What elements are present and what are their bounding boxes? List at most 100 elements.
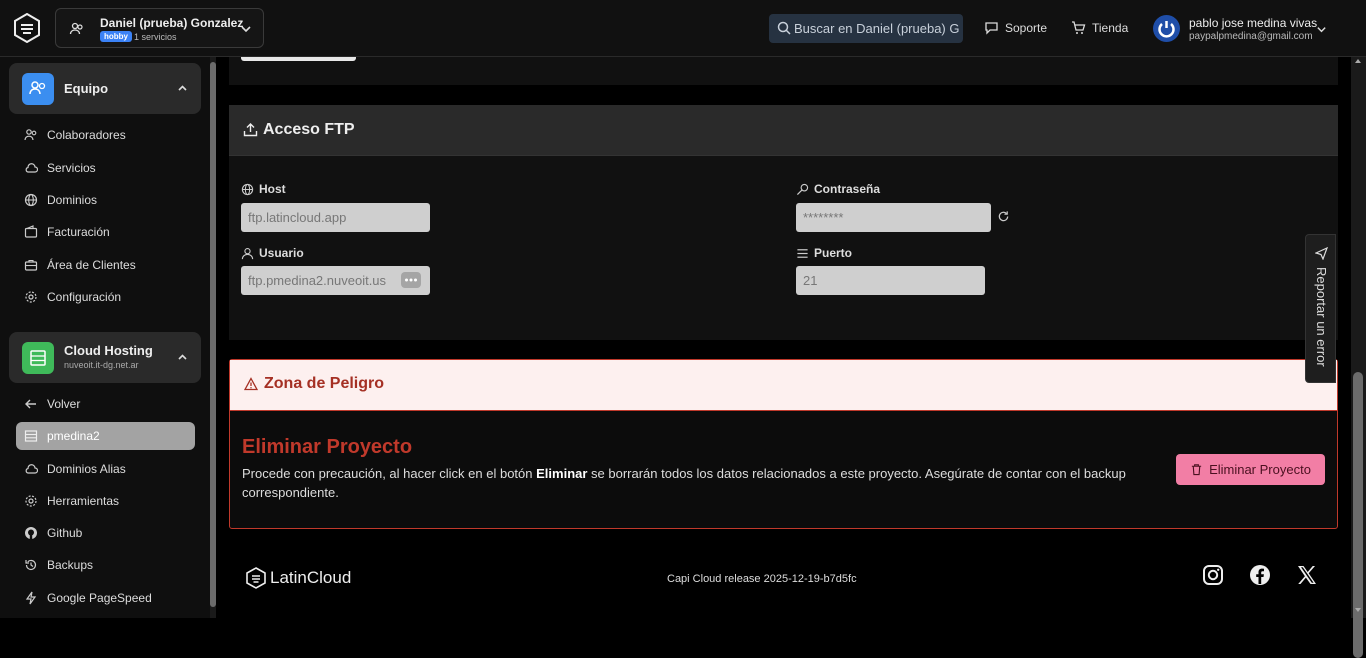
top-bar: Daniel (prueba) Gonzalez hobby 1 servici… (0, 0, 1366, 57)
support-label: Soporte (1005, 20, 1048, 35)
sidebar-item-herramientas[interactable]: Herramientas (16, 487, 195, 515)
report-error-label: Reportar un error (1314, 267, 1329, 367)
instagram-icon[interactable] (1202, 564, 1224, 586)
globe-icon (24, 193, 38, 207)
host-field[interactable]: ftp.latincloud.app (241, 203, 430, 232)
sidebar-item-google-pagespeed[interactable]: Google PageSpeed (16, 584, 195, 612)
host-value: ftp.latincloud.app (248, 210, 347, 225)
latincloud-logo-icon (246, 567, 266, 589)
danger-zone-title-text: Zona de Peligro (264, 375, 385, 392)
arrow-left-icon (25, 399, 36, 409)
sidebar-item-backups[interactable]: Backups (16, 551, 195, 579)
chevron-up-icon (178, 85, 187, 91)
scroll-down-arrow-icon[interactable] (1354, 606, 1362, 614)
user-value: ftp.pmedina2.nuveoit.us (248, 273, 387, 288)
report-error-tab[interactable]: Reportar un error (1305, 234, 1336, 383)
password-value: ******** (803, 210, 844, 225)
team-group-icon (22, 73, 54, 105)
user-menu[interactable]: pablo jose medina vivas paypalpmedina@gm… (1153, 12, 1353, 46)
power-icon (1158, 21, 1175, 38)
sidebar-item-dominios-alias[interactable]: Dominios Alias (16, 455, 195, 483)
page-scroll-thumb[interactable] (1353, 372, 1363, 658)
store-link[interactable]: Tienda (1071, 20, 1128, 35)
github-icon (25, 527, 37, 539)
account-selector[interactable]: Daniel (prueba) Gonzalez hobby 1 servici… (55, 8, 264, 48)
warning-icon (244, 377, 258, 391)
previous-card-bottom (229, 57, 1338, 85)
sidebar-item-label: Volver (47, 397, 81, 411)
password-label-text: Contraseña (814, 182, 881, 196)
user-icon (241, 247, 254, 259)
search-input[interactable]: Buscar en Daniel (prueba) G (769, 14, 963, 43)
sidebar-item-pmedina2[interactable]: pmedina2 (16, 422, 195, 450)
gear-icon (25, 495, 37, 507)
plan-badge: hobby (100, 31, 132, 42)
user-field[interactable]: ftp.pmedina2.nuveoit.us (241, 266, 430, 295)
sidebar-item-label: Dominios (47, 193, 98, 207)
store-label: Tienda (1092, 20, 1129, 35)
chat-icon (985, 22, 998, 35)
sidebar-item-volver[interactable]: Volver (16, 390, 195, 418)
search-placeholder: Buscar en Daniel (prueba) G (794, 21, 960, 36)
previous-card-button[interactable] (241, 57, 356, 61)
globe-icon (241, 183, 254, 195)
group-subtitle: nuveoit.it-dg.net.ar (64, 360, 139, 370)
port-label-text: Puerto (814, 246, 853, 260)
sidebar-item-servicios[interactable]: Servicios (16, 154, 195, 182)
port-field[interactable]: 21 (796, 266, 985, 295)
services-count: 1 servicios (134, 32, 177, 42)
cart-icon (1072, 21, 1086, 34)
briefcase-icon (24, 259, 38, 271)
group-title: Equipo (64, 81, 109, 96)
avatar (1153, 15, 1180, 42)
bolt-icon (25, 591, 37, 605)
sidebar-item-label: Configuración (47, 290, 122, 304)
description-part-1: Procede con precaución, al hacer click e… (242, 466, 537, 481)
release-version: Capi Cloud release 2025-12-19-b7d5fc (667, 573, 857, 585)
danger-zone-title: Zona de Peligro (244, 375, 384, 393)
sidebar-item-colaboradores[interactable]: Colaboradores (16, 121, 195, 149)
trash-icon (1191, 464, 1202, 476)
sidebar-item-facturacion[interactable]: Facturación (16, 218, 195, 246)
chevron-up-icon (178, 354, 187, 360)
page-scrollbar[interactable] (1351, 57, 1366, 658)
sidebar-item-github[interactable]: Github (16, 519, 195, 547)
footer-brand[interactable]: LatinCloud (246, 567, 351, 589)
delete-project-button[interactable]: Eliminar Proyecto (1176, 454, 1325, 485)
latincloud-logo-icon[interactable] (12, 13, 42, 43)
refresh-icon[interactable] (997, 210, 1010, 223)
danger-zone-header: Zona de Peligro (230, 360, 1337, 411)
sidebar-item-configuracion[interactable]: Configuración (16, 283, 195, 311)
sidebar-group-equipo[interactable]: Equipo (9, 63, 201, 114)
footer-brand-text: LatinCloud (270, 568, 352, 587)
send-icon (1315, 247, 1328, 260)
more-options-icon[interactable] (401, 272, 421, 288)
scroll-up-arrow-icon[interactable] (1354, 57, 1362, 65)
host-label: Host (241, 182, 286, 196)
sidebar-item-dominios[interactable]: Dominios (16, 186, 195, 214)
gear-icon (25, 291, 37, 303)
sidebar: Equipo Colaboradores Servicios Dominios … (0, 57, 216, 618)
sidebar-item-label: pmedina2 (47, 429, 100, 443)
cloud-icon (25, 163, 38, 173)
user-label: Usuario (241, 246, 304, 260)
search-icon (777, 21, 791, 35)
ftp-card-header: Acceso FTP (229, 105, 1338, 156)
host-label-text: Host (259, 182, 286, 196)
facebook-icon[interactable] (1249, 564, 1271, 586)
sidebar-item-label: Facturación (47, 225, 110, 239)
users-icon (24, 129, 37, 141)
password-field[interactable]: ******** (796, 203, 991, 232)
x-twitter-icon[interactable] (1296, 564, 1318, 586)
support-link[interactable]: Soporte (984, 20, 1047, 35)
delete-project-heading: Eliminar Proyecto (242, 436, 413, 458)
sidebar-item-label: Herramientas (47, 494, 120, 508)
list-icon (797, 248, 808, 258)
team-icon (69, 22, 83, 35)
sidebar-item-area-clientes[interactable]: Área de Clientes (16, 251, 195, 279)
account-name: Daniel (prueba) Gonzalez (100, 16, 244, 30)
sidebar-item-label: Servicios (47, 161, 96, 175)
sidebar-group-cloud-hosting[interactable]: Cloud Hosting nuveoit.it-dg.net.ar (9, 332, 201, 383)
wallet-icon (24, 225, 38, 238)
password-label: Contraseña (796, 182, 880, 196)
